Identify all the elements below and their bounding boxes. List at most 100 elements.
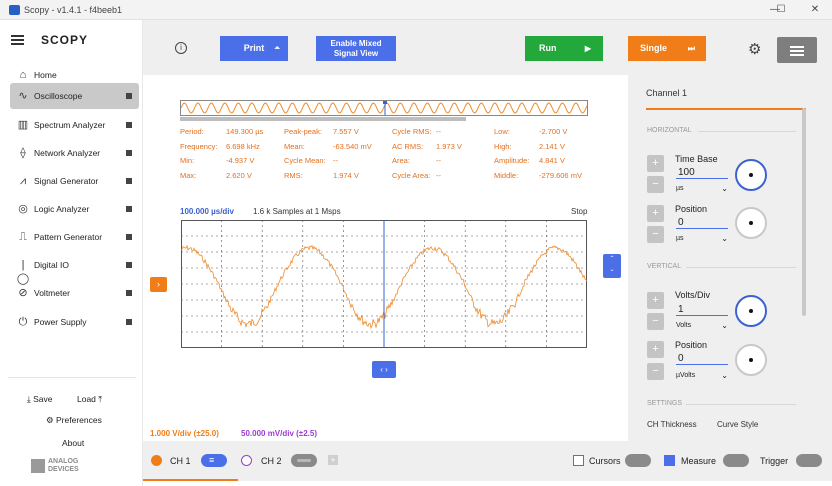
h-position-decrement-button[interactable]: − <box>647 226 664 243</box>
enable-mixed-signal-button[interactable]: Enable Mixed Signal View <box>316 36 396 61</box>
hamburger-menu-icon[interactable] <box>11 35 24 45</box>
time-base-input[interactable]: 100 <box>676 167 728 179</box>
info-icon[interactable]: i <box>175 42 187 54</box>
measure-label: Middle: <box>494 171 519 180</box>
channel-bar: CH 1 ≡ CH 2 + Cursors Measure Trigger <box>143 441 832 481</box>
measure-label: Peak-peak: <box>284 127 322 136</box>
measure-label: Period: <box>180 127 204 136</box>
preferences-button[interactable]: ⚙ Preferences <box>46 415 102 426</box>
brand-text: ANALOG DEVICES <box>48 458 79 474</box>
h-position-unit-select[interactable]: µs ⌄ <box>676 234 728 243</box>
time-base-knob[interactable] <box>735 159 767 191</box>
unit-label: µs <box>676 185 684 192</box>
run-button[interactable]: Run ▶ <box>525 36 603 61</box>
sidebar-item-voltmeter[interactable]: ⊘ Voltmeter <box>10 280 139 306</box>
ch-thickness-label: CH Thickness <box>647 420 697 429</box>
load-icon: ⤒ <box>98 394 103 404</box>
settings-gear-icon[interactable]: ⚙ <box>748 40 761 58</box>
add-channel-button[interactable]: + <box>328 455 338 465</box>
load-button[interactable]: Load ⤒ <box>77 394 102 405</box>
v-position-knob[interactable] <box>735 344 767 376</box>
volts-div-increment-button[interactable]: + <box>647 292 664 309</box>
horizontal-scroll-handle[interactable]: ‹ › <box>372 361 396 378</box>
print-icon: ⏶ <box>274 45 280 52</box>
maximize-icon[interactable]: ☐ <box>770 2 792 18</box>
volts-div-unit-select[interactable]: Volts ⌄ <box>676 321 728 330</box>
sidebar-item-digital-io[interactable]: |◯ Digital IO <box>10 252 139 285</box>
measure-value: 2.620 V <box>226 171 252 180</box>
sidebar-item-network-analyzer[interactable]: ⟠ Network Analyzer <box>10 140 139 166</box>
h-position-increment-button[interactable]: + <box>647 205 664 222</box>
settings-section-header: SETTINGS <box>647 400 683 407</box>
general-settings-button[interactable] <box>777 37 817 63</box>
time-base-unit-select[interactable]: µs ⌄ <box>676 184 728 193</box>
measure-checkbox[interactable] <box>664 455 675 466</box>
sidebar-item-label: Logic Analyzer <box>34 204 90 214</box>
h-position-input[interactable]: 0 <box>676 217 728 229</box>
scopy-window: Scopy - v1.4.1 - f4beeb1 — ☐ ✕ SCOPY ⌂ H… <box>0 0 832 486</box>
volts-div-input[interactable]: 1 <box>676 304 728 316</box>
load-label: Load <box>77 394 96 404</box>
unit-label: Volts <box>676 322 692 329</box>
v-position-decrement-button[interactable]: − <box>647 363 664 380</box>
sidebar: SCOPY ⌂ Home ∿ Oscilloscope ▥ Spectrum A… <box>0 20 143 486</box>
v-position-increment-button[interactable]: + <box>647 341 664 358</box>
measure-label: Measure <box>681 456 717 466</box>
buffer-overview-plot[interactable] <box>180 100 588 116</box>
status-indicator <box>126 178 132 184</box>
sidebar-item-label: Home <box>34 70 57 80</box>
status-indicator <box>126 206 132 212</box>
measure-value: -4.937 V <box>226 156 255 165</box>
sidebar-item-signal-generator[interactable]: ⩘ Signal Generator <box>10 168 139 194</box>
close-button[interactable]: ✕ <box>804 2 826 18</box>
measure-value: 7.557 V <box>333 127 359 136</box>
cursors-checkbox[interactable] <box>573 455 584 466</box>
sidebar-item-power-supply[interactable]: ⏻ Power Supply <box>10 309 139 335</box>
play-icon: ▶ <box>584 44 591 53</box>
sidebar-item-oscilloscope[interactable]: ∿ Oscilloscope <box>10 83 139 109</box>
single-button[interactable]: Single ⏭ <box>628 36 706 61</box>
cursors-settings-toggle[interactable] <box>625 454 651 467</box>
sidebar-item-pattern-generator[interactable]: ⎍ Pattern Generator <box>10 224 139 250</box>
ch1-tab[interactable]: CH 1 ≡ <box>143 441 238 481</box>
status-indicator <box>126 234 132 240</box>
time-base-decrement-button[interactable]: − <box>647 176 664 193</box>
volts-div-knob[interactable] <box>735 295 767 327</box>
menu-icon-line <box>790 46 804 48</box>
v-position-unit-select[interactable]: µVolts ⌄ <box>676 371 728 380</box>
status-indicator <box>126 290 132 296</box>
v-position-input[interactable]: 0 <box>676 353 728 365</box>
ch2-color-dot[interactable] <box>241 455 252 466</box>
panel-title: Channel 1 <box>646 88 688 98</box>
panel-scrollbar[interactable] <box>802 108 806 316</box>
ch1-offset-marker[interactable]: › <box>150 277 167 292</box>
sidebar-item-spectrum-analyzer[interactable]: ▥ Spectrum Analyzer <box>10 112 139 138</box>
unit-label: µVolts <box>676 372 696 379</box>
measure-settings-toggle[interactable] <box>723 454 749 467</box>
h-position-label: Position <box>675 204 708 214</box>
vertical-scroll-handle[interactable]: ⌃ ⌄ <box>603 254 621 278</box>
save-button[interactable]: ⤓ Save <box>27 394 53 405</box>
measure-value: -- <box>436 156 441 165</box>
status-indicator <box>126 122 132 128</box>
time-base-increment-button[interactable]: + <box>647 155 664 172</box>
about-button[interactable]: About <box>62 438 84 448</box>
measure-value: 6.698 kHz <box>226 142 260 151</box>
home-icon: ⌂ <box>19 69 27 81</box>
volts-div-decrement-button[interactable]: − <box>647 313 664 330</box>
h-position-knob[interactable] <box>735 207 767 239</box>
measure-label: Low: <box>494 127 510 136</box>
sidebar-item-logic-analyzer[interactable]: ◎ Logic Analyzer <box>10 196 139 222</box>
ch1-settings-toggle[interactable]: ≡ <box>201 454 227 467</box>
print-button[interactable]: Print ⏶ <box>220 36 288 61</box>
section-divider <box>698 131 796 132</box>
overview-scrollbar[interactable] <box>180 117 466 121</box>
ch2-settings-toggle[interactable] <box>291 454 317 467</box>
menu-icon-line <box>790 50 804 52</box>
v-position-label: Position <box>675 340 708 350</box>
measure-value: -63.540 mV <box>333 142 372 151</box>
trigger-settings-toggle[interactable] <box>796 454 822 467</box>
sidebar-item-label: Power Supply <box>34 317 87 327</box>
volts-div-label: Volts/Div <box>675 290 711 300</box>
oscilloscope-plot[interactable] <box>181 220 587 348</box>
